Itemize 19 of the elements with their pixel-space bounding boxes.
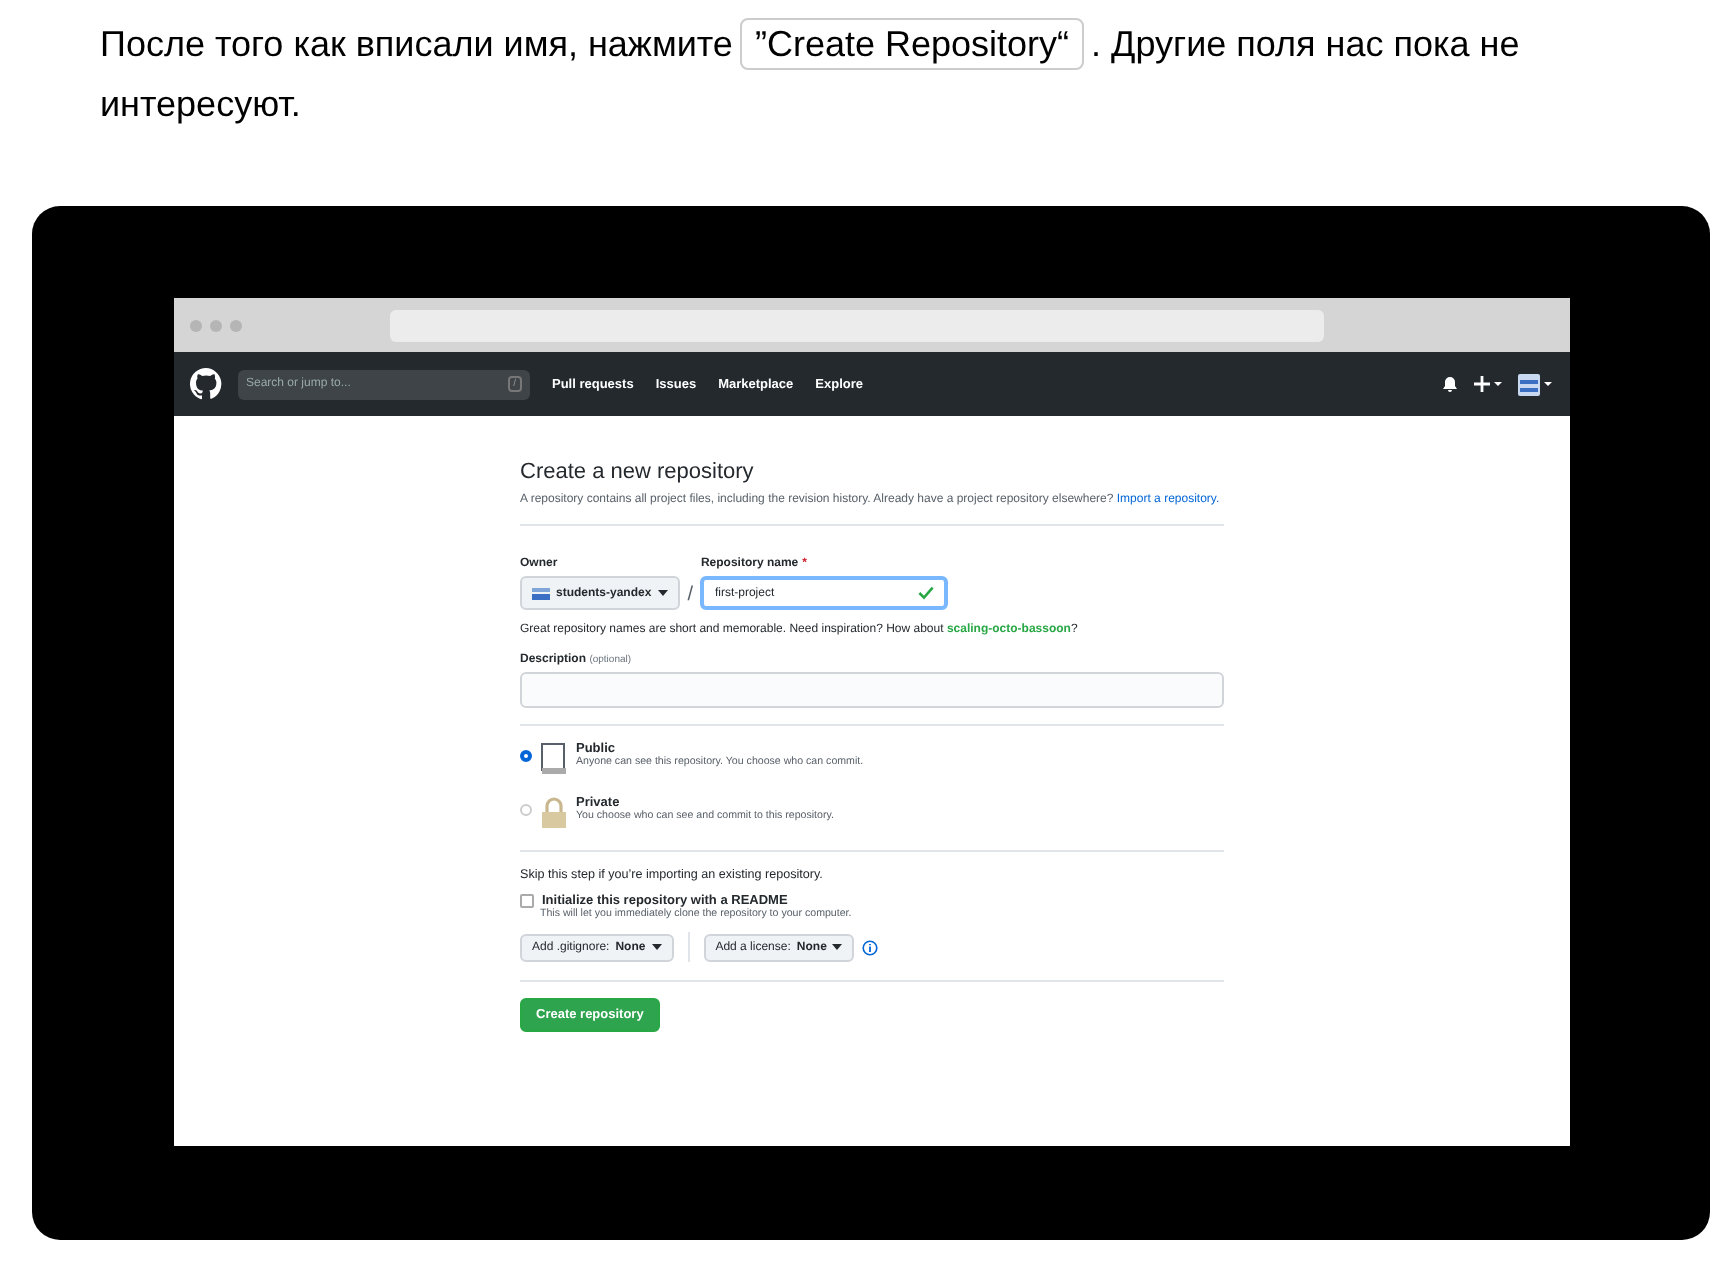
page-title: Create a new repository (520, 460, 756, 484)
instruction-text: После того как вписали имя, нажмите ”Create Repository“ . Другие поля нас пока не интересуют. (0, 0, 1726, 190)
code-snippet: ”Create Repository“ (740, 18, 1084, 70)
octocat-logo-icon[interactable] (190, 368, 222, 400)
plus-icon[interactable] (1474, 376, 1502, 392)
caret-icon (657, 590, 668, 596)
bell-icon[interactable] (1442, 376, 1458, 392)
avatar-icon[interactable] (1518, 373, 1554, 395)
lock-icon (540, 796, 568, 830)
owner-separator: / (687, 584, 693, 610)
radio-button[interactable] (520, 750, 532, 762)
description-field[interactable] (520, 672, 1224, 708)
caret-icon (651, 944, 662, 950)
caret-icon (832, 944, 843, 950)
book-icon (540, 742, 568, 776)
info-icon[interactable] (862, 939, 879, 955)
readme-checkbox[interactable] (520, 894, 534, 908)
organization-icon (532, 587, 550, 599)
check-icon (918, 586, 935, 600)
